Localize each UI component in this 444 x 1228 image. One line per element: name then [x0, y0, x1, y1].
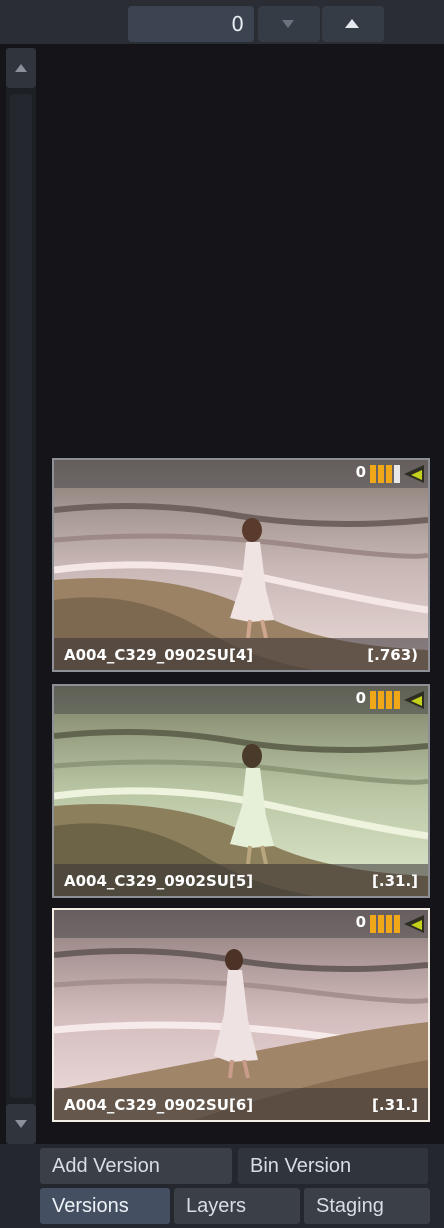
rating-meter	[370, 691, 400, 709]
version-range: [.31.]	[372, 872, 418, 890]
frame-counter-field[interactable]: 0	[128, 6, 254, 42]
version-card-selected[interactable]: 0 A004_C329_0902SU[6] [.31.]	[52, 908, 430, 1122]
flag-fill-icon	[411, 920, 422, 930]
top-toolbar: 0	[0, 0, 444, 44]
vertical-scrollbar[interactable]	[6, 48, 36, 1144]
bin-version-button[interactable]: Bin Version	[238, 1148, 428, 1184]
scroll-track[interactable]	[10, 94, 32, 1098]
tab-staging[interactable]: Staging	[304, 1188, 430, 1224]
version-count: 0	[355, 913, 366, 931]
flag-fill-icon	[411, 696, 422, 706]
scroll-up-button[interactable]	[6, 48, 36, 88]
version-card[interactable]: 0 A004_C329_0902SU[5] [.31.]	[52, 684, 430, 898]
version-count: 0	[355, 463, 366, 481]
step-down-button[interactable]	[258, 6, 320, 42]
version-range: [.763)	[367, 646, 418, 664]
chevron-up-icon	[345, 19, 359, 28]
add-version-button[interactable]: Add Version	[40, 1148, 232, 1184]
tab-versions[interactable]: Versions	[40, 1188, 170, 1224]
version-range: [.31.]	[372, 1096, 418, 1114]
version-name: A004_C329_0902SU[5]	[64, 872, 254, 890]
chevron-down-icon	[282, 20, 294, 28]
scroll-up-icon	[15, 64, 27, 72]
version-name: A004_C329_0902SU[4]	[64, 646, 254, 664]
version-name: A004_C329_0902SU[6]	[64, 1096, 254, 1114]
flag-fill-icon	[411, 470, 422, 480]
bottom-panel: Add Version Bin Version Versions Layers …	[0, 1144, 444, 1228]
rating-meter	[370, 915, 400, 933]
tab-layers[interactable]: Layers	[174, 1188, 300, 1224]
version-card[interactable]: 0 A004_C329_0902SU[4] [.763)	[52, 458, 430, 672]
rating-meter	[370, 465, 400, 483]
scroll-down-button[interactable]	[6, 1104, 36, 1144]
scroll-down-icon	[15, 1120, 27, 1128]
step-up-button[interactable]	[322, 6, 384, 42]
version-count: 0	[355, 689, 366, 707]
